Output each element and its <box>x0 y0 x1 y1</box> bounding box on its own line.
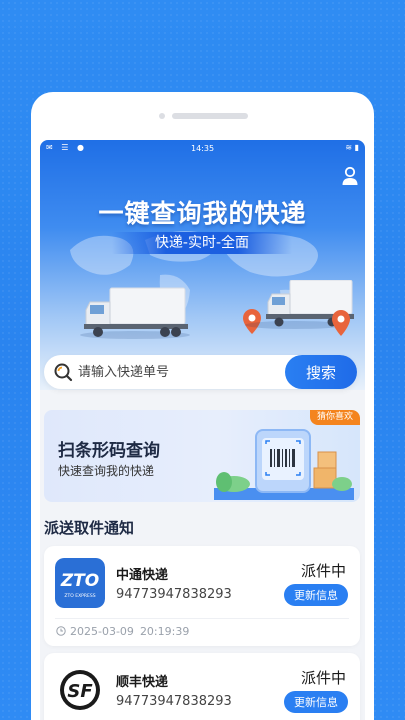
tracking-number-input[interactable] <box>78 355 278 389</box>
search-icon <box>54 363 73 382</box>
parcel-card[interactable]: SF 顺丰快递 94773947838293 派件中 更新信息 <box>44 653 360 720</box>
battery-icon: ≋ ▮ <box>345 143 359 152</box>
section-title: 派送取件通知 <box>44 519 135 537</box>
hero-subtitle: 快递-实时-全面 <box>112 232 292 254</box>
phone-frame: ✉ ☰ ● 14:35 ≋ ▮ 一键查询我的快递 快递-实时-全面 请输入快递单… <box>31 92 374 720</box>
camera-dot <box>159 113 165 119</box>
timestamp: 2025-03-09 20:19:39 <box>56 625 189 638</box>
search-button[interactable]: 搜索 <box>285 355 357 389</box>
promo-subtitle: 快速查询我的快递 <box>58 464 155 478</box>
status-bar: ✉ ☰ ● 14:35 ≋ ▮ <box>40 140 365 158</box>
delivery-status: 派件中 <box>300 669 346 687</box>
timestamp-time: 20:19:39 <box>139 625 190 638</box>
hero-banner: ✉ ☰ ● 14:35 ≋ ▮ 一键查询我的快递 快递-实时-全面 <box>40 140 365 390</box>
user-icon[interactable] <box>341 166 359 186</box>
app-screen: ✉ ☰ ● 14:35 ≋ ▮ 一键查询我的快递 快递-实时-全面 请输入快递单… <box>40 140 365 720</box>
sf-logo: SF <box>55 665 105 715</box>
tracking-number: 94773947838293 <box>116 587 232 602</box>
tracking-number: 94773947838293 <box>116 694 232 709</box>
hero-headline: 一键查询我的快递 <box>98 199 307 228</box>
svg-text:ZTO: ZTO <box>60 571 99 591</box>
timestamp-date: 2025-03-09 <box>70 625 134 638</box>
clock-icon <box>56 626 66 636</box>
carrier-name: 中通快递 <box>116 568 169 583</box>
speaker-grille <box>172 113 248 119</box>
svg-text:SF: SF <box>67 681 93 702</box>
update-info-button[interactable]: 更新信息 <box>284 584 348 606</box>
location-pin-icon <box>332 310 350 336</box>
status-time: 14:35 <box>191 144 215 153</box>
promo-title: 扫条形码查询 <box>58 441 160 461</box>
zto-logo: ZTO ZTO EXPRESS <box>55 558 105 608</box>
barcode-scan-promo[interactable]: 扫条形码查询 快速查询我的快递 猜你喜欢 <box>44 410 360 502</box>
delivery-status: 派件中 <box>300 562 346 580</box>
svg-text:ZTO EXPRESS: ZTO EXPRESS <box>64 593 95 599</box>
search-bar: 搜索 <box>44 355 357 389</box>
promo-tag: 猜你喜欢 <box>309 410 360 425</box>
barcode-icon <box>214 429 354 500</box>
update-info-button[interactable]: 更新信息 <box>284 691 348 713</box>
card-divider <box>55 618 349 619</box>
parcel-card[interactable]: ZTO ZTO EXPRESS 中通快递 94773947838293 派件中 … <box>44 546 360 646</box>
truck-icon <box>80 280 354 339</box>
carrier-name: 顺丰快递 <box>116 675 169 690</box>
notification-icons: ✉ ☰ ● <box>46 143 87 152</box>
